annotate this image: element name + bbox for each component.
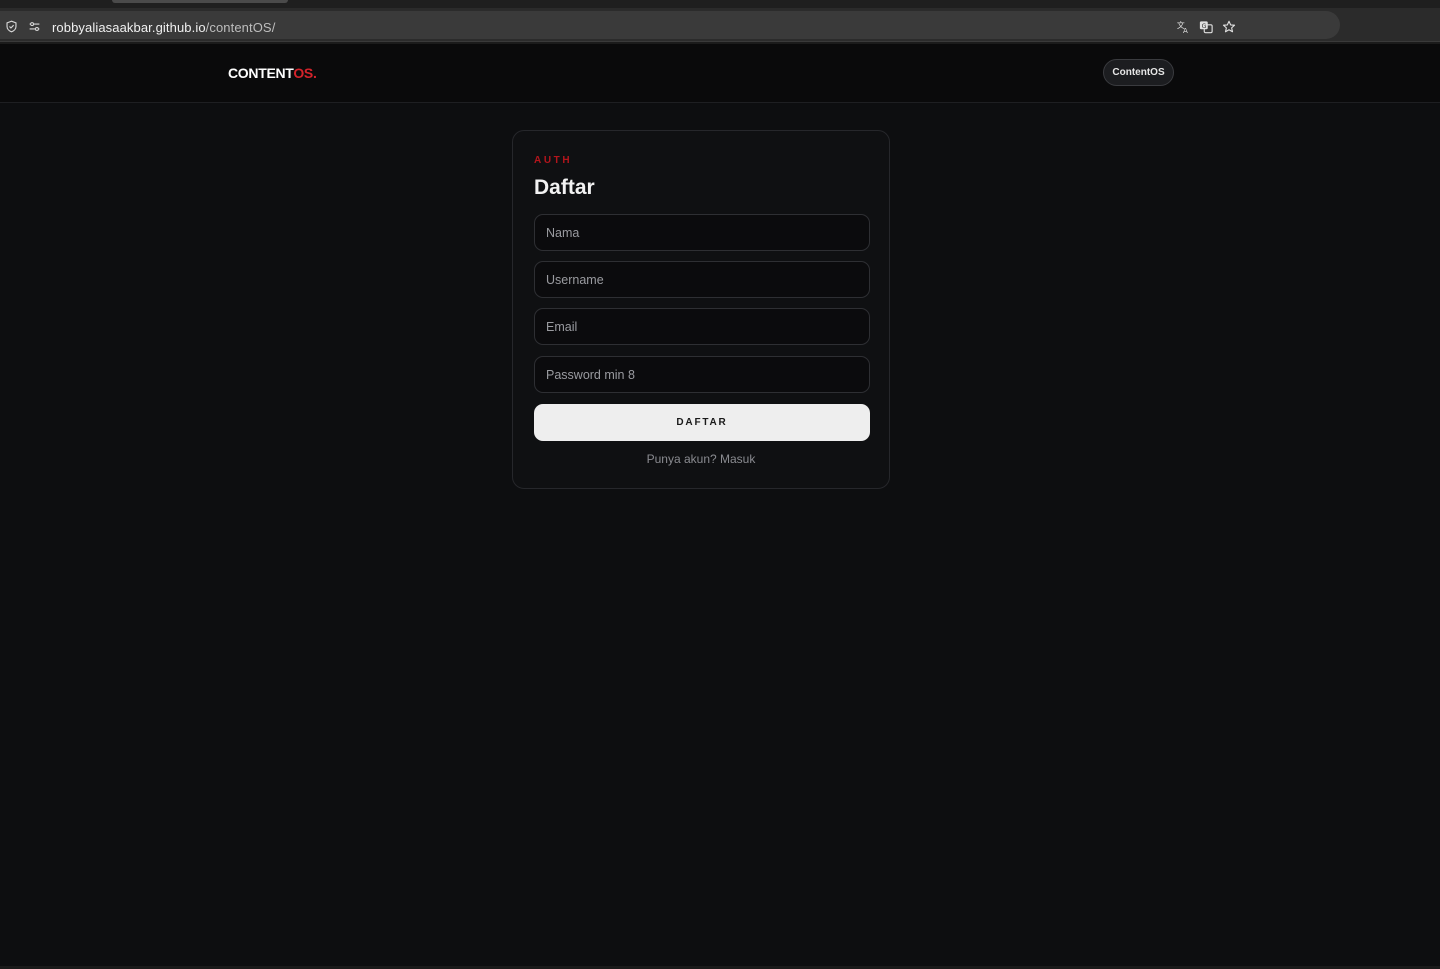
brand-main: CONTENT bbox=[228, 65, 294, 81]
browser-toolbar: robbyaliasaakbar.github.io/contentOS/ 文A… bbox=[0, 8, 1440, 42]
login-link[interactable]: Punya akun? Masuk bbox=[513, 452, 889, 466]
brand-accent: OS. bbox=[293, 65, 317, 81]
svg-text:A: A bbox=[1183, 27, 1188, 34]
url-path: /contentOS/ bbox=[205, 20, 276, 35]
password-input[interactable] bbox=[534, 356, 870, 393]
active-tab-indicator[interactable] bbox=[112, 0, 288, 3]
app-header: CONTENTOS. ContentOS bbox=[0, 44, 1440, 103]
star-icon[interactable] bbox=[1222, 20, 1236, 34]
svg-text:G: G bbox=[1202, 23, 1207, 30]
username-input[interactable] bbox=[534, 261, 870, 298]
address-bar[interactable]: robbyaliasaakbar.github.io/contentOS/ 文A… bbox=[0, 11, 1340, 39]
signup-card: AUTH Daftar DAFTAR Punya akun? Masuk bbox=[512, 130, 890, 489]
section-eyebrow: AUTH bbox=[534, 155, 573, 166]
header-badge-button[interactable]: ContentOS bbox=[1103, 59, 1174, 86]
url-text[interactable]: robbyaliasaakbar.github.io/contentOS/ bbox=[52, 20, 275, 35]
email-input[interactable] bbox=[534, 308, 870, 345]
page-title: Daftar bbox=[534, 176, 595, 199]
brand-logo[interactable]: CONTENTOS. bbox=[228, 65, 317, 81]
translate-icon[interactable]: 文A bbox=[1176, 20, 1190, 34]
page-translate-icon[interactable]: G bbox=[1199, 20, 1213, 34]
register-button[interactable]: DAFTAR bbox=[534, 404, 870, 441]
browser-tabstrip bbox=[0, 0, 1440, 8]
url-host: robbyaliasaakbar.github.io bbox=[52, 20, 206, 35]
tune-icon[interactable] bbox=[27, 19, 41, 33]
shield-check-icon[interactable] bbox=[4, 19, 18, 33]
name-input[interactable] bbox=[534, 214, 870, 251]
address-bar-actions: 文A G bbox=[1176, 20, 1236, 34]
